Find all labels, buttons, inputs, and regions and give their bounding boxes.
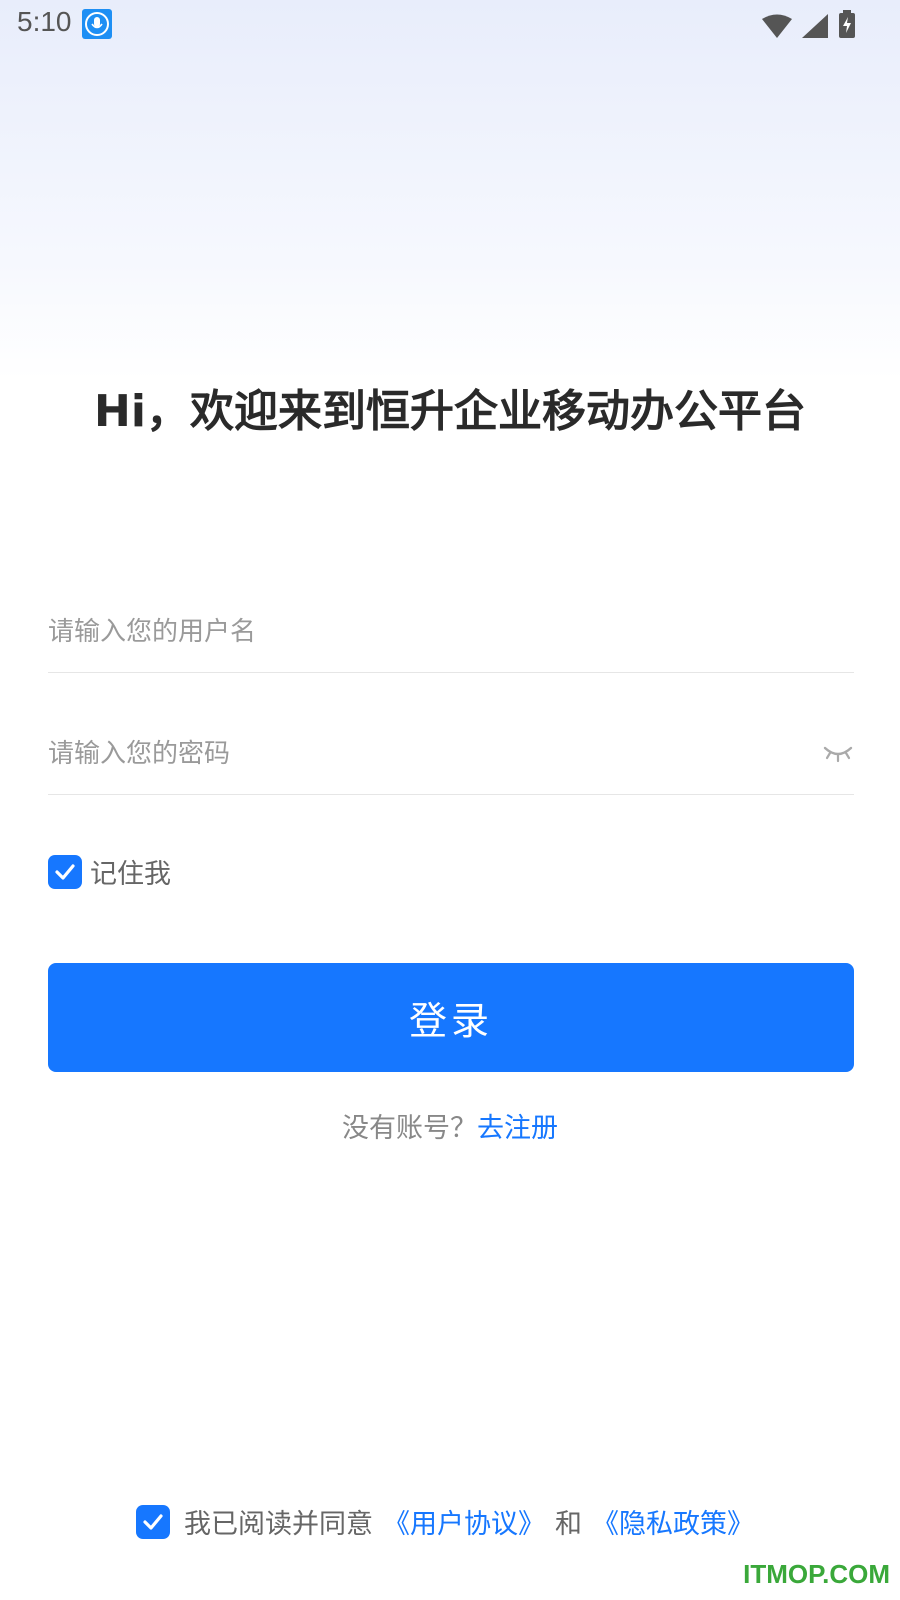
eye-closed-icon[interactable]: [822, 742, 854, 766]
agreement-checkbox[interactable]: [136, 1504, 170, 1539]
remember-me[interactable]: 记住我: [48, 852, 171, 891]
signal-icon: [802, 14, 828, 42]
battery-icon: [838, 10, 856, 42]
agreement-text: 我已阅读并同意: [184, 1509, 373, 1540]
wifi-icon: [762, 14, 792, 42]
status-time: 5:10: [17, 6, 72, 37]
register-row: 没有账号？去注册: [0, 1106, 900, 1145]
checkmark-icon: [55, 863, 75, 880]
status-bar: 5:10: [0, 0, 900, 48]
password-input[interactable]: [48, 724, 788, 784]
remember-me-label: 记住我: [90, 859, 171, 890]
register-link[interactable]: 去注册: [477, 1113, 558, 1144]
microphone-icon: [82, 9, 112, 39]
login-button[interactable]: 登录: [48, 963, 854, 1072]
password-field-container: [48, 716, 854, 795]
username-input[interactable]: [48, 602, 788, 662]
user-agreement-link[interactable]: 《用户协议》: [383, 1502, 545, 1541]
watermark: ITMOP.COM: [743, 1559, 890, 1589]
remember-me-checkbox[interactable]: [48, 854, 82, 889]
agreement-row: 我已阅读并同意 《用户协议》 和 《隐私政策》: [0, 1502, 900, 1541]
register-prompt: 没有账号？: [342, 1113, 477, 1144]
page-title: Hi，欢迎来到恒升企业移动办公平台: [94, 386, 806, 437]
username-field-container: [48, 594, 854, 673]
privacy-policy-link[interactable]: 《隐私政策》: [592, 1502, 754, 1541]
agreement-and: 和: [555, 1509, 582, 1540]
checkmark-icon: [143, 1513, 163, 1530]
